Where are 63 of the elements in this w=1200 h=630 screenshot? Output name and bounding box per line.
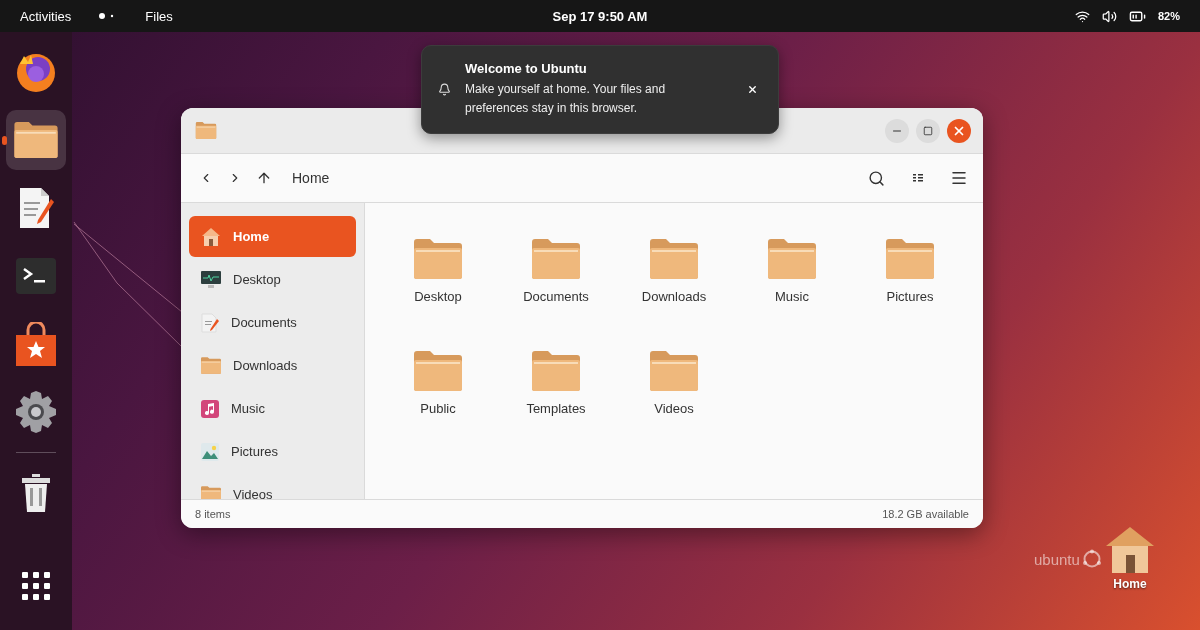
folder-icon (14, 122, 58, 158)
folder-icon (414, 239, 462, 279)
volume-icon[interactable] (1101, 8, 1117, 24)
minimize-button[interactable] (885, 118, 909, 143)
sidebar-item[interactable]: Desktop (189, 259, 356, 300)
notification-body: Make yourself at home. Your files and preferences stay in this browser. (465, 81, 667, 117)
folder-icon (650, 351, 698, 391)
close-button[interactable] (747, 84, 758, 95)
wifi-icon[interactable] (1074, 8, 1090, 24)
browser-icon (15, 52, 57, 92)
sidebar-item[interactable]: Documents (189, 302, 356, 343)
store-bag-icon (16, 322, 56, 366)
list-view-icon (912, 174, 923, 182)
folder-icon (650, 239, 698, 279)
folder-icon (201, 357, 221, 374)
path-label[interactable]: Home (292, 170, 330, 186)
folder-icon (532, 351, 580, 391)
workspace-indicator-icon[interactable] (99, 12, 116, 20)
sidebar-item[interactable]: Home (189, 216, 356, 257)
monitor-icon (201, 270, 221, 289)
close-icon (747, 84, 758, 95)
sidebar-item[interactable]: Music (189, 388, 356, 429)
folder-icon (414, 351, 462, 391)
folder-label[interactable]: Pictures (886, 289, 934, 304)
folder-label[interactable]: Downloads (641, 289, 707, 304)
circle-of-friends-icon (1081, 549, 1102, 569)
desktop-home-shortcut[interactable]: Home (1106, 527, 1154, 591)
folder-icon (768, 239, 816, 279)
trash-icon (21, 474, 51, 512)
folder-label[interactable]: Music (775, 289, 809, 304)
battery-percentage[interactable]: 82% (1157, 10, 1180, 22)
image-icon (201, 442, 219, 461)
folder-label[interactable]: Videos (654, 401, 694, 416)
folder-icon (195, 122, 217, 139)
house-icon (1106, 527, 1154, 573)
sidebar-item[interactable]: Downloads (189, 345, 356, 386)
folder-icon (201, 486, 221, 499)
notification-title: Welcome to Ubuntu (465, 61, 588, 76)
music-note-icon (201, 399, 219, 418)
sidebar-item[interactable]: Pictures (189, 431, 356, 472)
clock[interactable]: Sep 17 9:50 AM (552, 8, 648, 24)
terminal-icon (16, 258, 56, 294)
maximize-icon (923, 125, 933, 136)
folder-icon (532, 239, 580, 279)
app-grid-icon (22, 572, 50, 600)
gear-icon (14, 391, 58, 433)
item-count: 8 items (195, 508, 231, 520)
house-icon (201, 226, 221, 247)
search-icon (868, 169, 885, 187)
activities-button[interactable]: Activities (20, 8, 72, 24)
bell-icon (438, 83, 451, 96)
folder-label[interactable]: Templates (526, 401, 586, 416)
folder-label[interactable]: Public (420, 401, 456, 416)
menu-icon (949, 169, 968, 187)
maximize-button[interactable] (916, 118, 940, 143)
free-space: 18.2 GB available (882, 508, 969, 520)
logo-wordmark: ubuntu (1034, 550, 1080, 568)
folder-label[interactable]: Documents (523, 289, 589, 304)
document-icon (17, 187, 55, 229)
folder-label[interactable]: Desktop (414, 289, 462, 304)
document-icon (201, 312, 219, 333)
folder-icon (886, 239, 934, 279)
app-menu[interactable]: Files (145, 8, 173, 24)
